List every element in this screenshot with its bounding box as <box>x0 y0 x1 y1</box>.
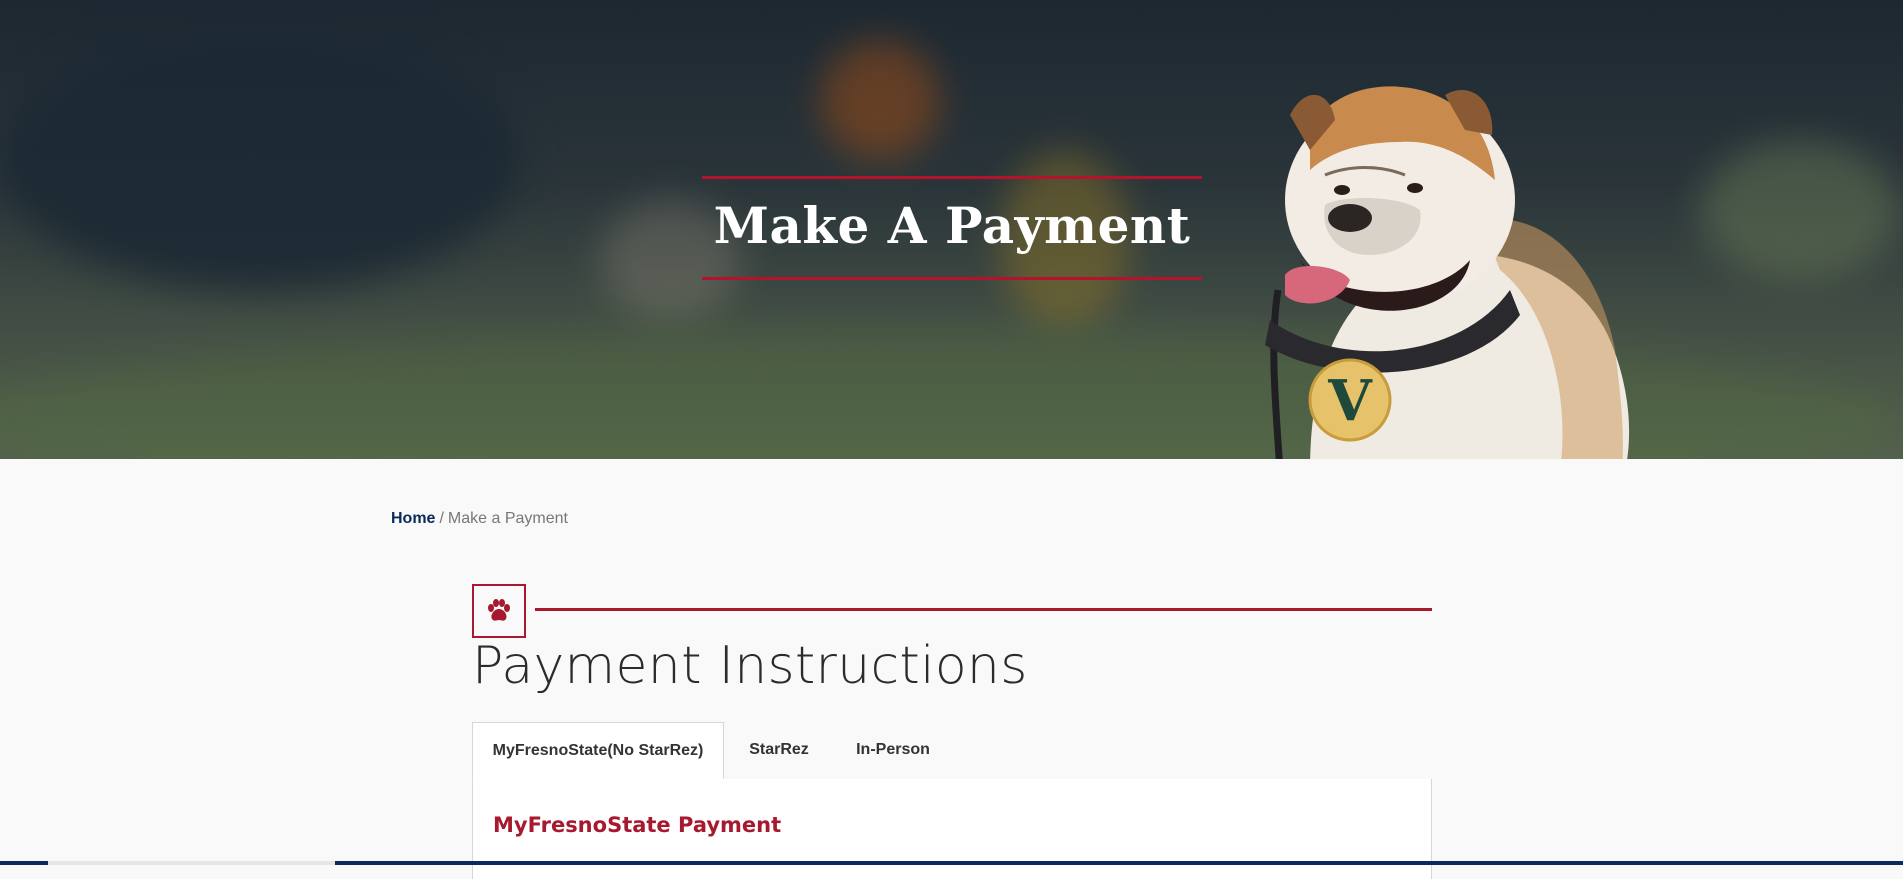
page-title: Make A Payment <box>713 196 1191 255</box>
tab-bar: MyFresnoState(No StarRez) StarRez In-Per… <box>472 722 1432 780</box>
tab-starrez[interactable]: StarRez <box>724 722 834 778</box>
hero-title-block: Make A Payment <box>702 176 1202 282</box>
tab-myfresnostate[interactable]: MyFresnoState(No StarRez) <box>472 722 724 779</box>
tag-letter: V <box>1327 368 1373 434</box>
section-icon-box <box>472 584 526 638</box>
breadcrumb: Home / Make a Payment <box>391 510 568 528</box>
bulldog-image: V <box>1265 86 1630 459</box>
breadcrumb-separator: / <box>439 510 444 527</box>
bottom-bar <box>0 861 1903 865</box>
hero-banner: V Make A Payment <box>0 0 1903 459</box>
breadcrumb-home-link[interactable]: Home <box>391 510 435 527</box>
paw-icon <box>488 599 510 621</box>
breadcrumb-current: Make a Payment <box>447 510 568 527</box>
hero-rule-bottom <box>702 277 1202 280</box>
hero-rule-top <box>702 176 1202 179</box>
bottom-bar-segment <box>48 861 335 865</box>
section-title: Payment Instructions <box>472 636 1028 696</box>
tab-in-person[interactable]: In-Person <box>834 722 952 778</box>
panel-heading: MyFresnoState Payment <box>493 813 782 837</box>
section-rule <box>535 608 1432 611</box>
